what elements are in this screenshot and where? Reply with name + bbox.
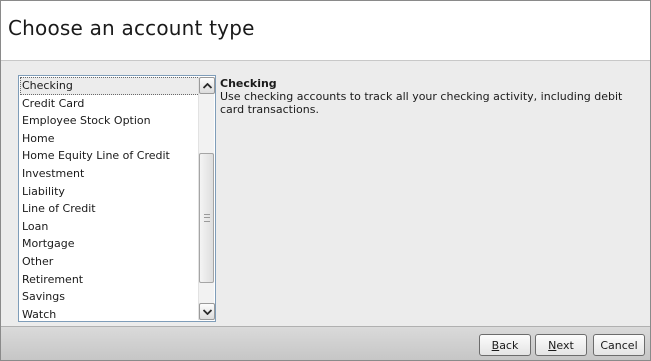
list-item-investment[interactable]: Investment xyxy=(20,165,200,183)
next-label-rest: ext xyxy=(556,338,574,352)
list-item-line-of-credit[interactable]: Line of Credit xyxy=(20,200,200,218)
list-item-home[interactable]: Home xyxy=(20,130,200,148)
chevron-down-icon xyxy=(202,308,212,315)
cancel-label: Cancel xyxy=(600,338,638,352)
back-mnemonic: B xyxy=(491,338,500,352)
description-title: Checking xyxy=(220,77,277,90)
scroll-down-button[interactable] xyxy=(199,303,215,320)
dialog-header: Choose an account type xyxy=(1,1,650,61)
scroll-thumb[interactable] xyxy=(199,153,214,283)
list-item-checking[interactable]: Checking xyxy=(20,77,200,95)
thumb-grip xyxy=(203,214,210,222)
list-item-credit-card[interactable]: Credit Card xyxy=(20,95,200,113)
list-item-loan[interactable]: Loan xyxy=(20,218,200,236)
list-item-other[interactable]: Other xyxy=(20,253,200,271)
list-item-home-equity-line-of-credit[interactable]: Home Equity Line of Credit xyxy=(20,147,200,165)
list-item-liability[interactable]: Liability xyxy=(20,183,200,201)
list-item-mortgage[interactable]: Mortgage xyxy=(20,235,200,253)
cancel-button[interactable]: Cancel xyxy=(593,334,645,356)
back-button[interactable]: Back xyxy=(479,334,531,356)
account-type-listbox[interactable]: Checking Credit Card Employee Stock Opti… xyxy=(18,75,216,322)
dialog-footer: Back Next Cancel xyxy=(1,326,650,360)
list-item-watch[interactable]: Watch xyxy=(20,306,200,320)
chevron-up-icon xyxy=(202,82,212,89)
account-type-list: Checking Credit Card Employee Stock Opti… xyxy=(20,77,200,320)
next-button[interactable]: Next xyxy=(535,334,587,356)
scroll-up-button[interactable] xyxy=(199,77,215,94)
account-type-dialog: Choose an account type Checking Credit C… xyxy=(0,0,651,361)
next-mnemonic: N xyxy=(548,338,557,352)
list-item-savings[interactable]: Savings xyxy=(20,288,200,306)
list-item-retirement[interactable]: Retirement xyxy=(20,271,200,289)
account-type-description: Checking Use checking accounts to track … xyxy=(220,77,640,116)
list-item-employee-stock-option[interactable]: Employee Stock Option xyxy=(20,112,200,130)
back-label-rest: ack xyxy=(499,338,519,352)
page-title: Choose an account type xyxy=(8,16,255,40)
list-scrollbar[interactable] xyxy=(198,77,215,320)
description-text: Use checking accounts to track all your … xyxy=(220,90,623,116)
dialog-content: Checking Credit Card Employee Stock Opti… xyxy=(1,61,650,326)
